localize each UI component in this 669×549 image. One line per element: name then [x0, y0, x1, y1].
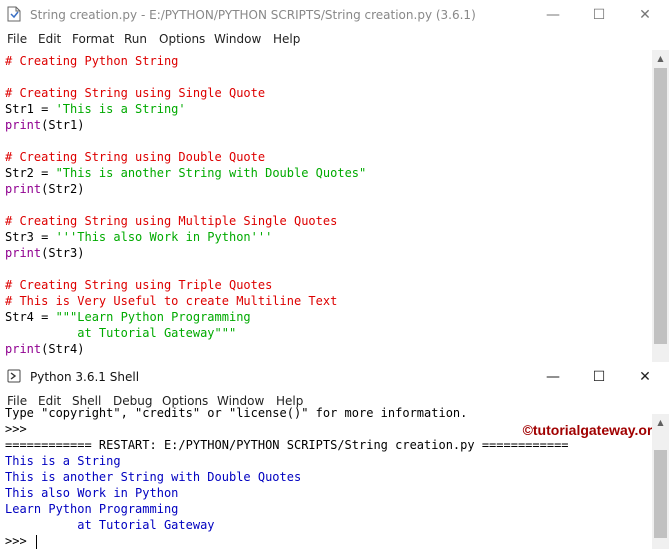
- minimize-icon: —: [546, 369, 560, 385]
- code-token: # Creating String using Triple Quotes: [5, 278, 273, 292]
- shell-scrollbar[interactable]: ▲: [652, 414, 669, 549]
- code-line: # Creating Python String: [5, 53, 366, 69]
- code-token: Learn Python Programming: [5, 502, 179, 516]
- python-icon: [7, 369, 21, 383]
- code-line: Str1 = 'This is a String': [5, 101, 366, 117]
- code-token: Type "copyright", "credits" or "license(…: [5, 406, 468, 420]
- menu-options[interactable]: Options: [159, 32, 205, 46]
- code-token: (Str1): [41, 118, 85, 132]
- maximize-icon: ☐: [592, 7, 606, 23]
- close-button[interactable]: ✕: [622, 0, 668, 30]
- menu-format[interactable]: Format: [72, 32, 114, 46]
- code-line: Learn Python Programming: [5, 501, 569, 517]
- code-token: print: [5, 342, 42, 356]
- scroll-thumb[interactable]: [654, 68, 667, 344]
- code-token: # Creating Python String: [5, 54, 179, 68]
- menu-window[interactable]: Window: [214, 32, 261, 46]
- code-token: (Str2): [41, 182, 85, 196]
- code-line: >>>: [5, 421, 569, 437]
- close-icon: ✕: [639, 7, 651, 23]
- code-token: """Learn Python Programming: [55, 310, 251, 324]
- code-token: '''This also Work in Python''': [55, 230, 273, 244]
- code-line: # This is Very Useful to create Multilin…: [5, 293, 366, 309]
- editor-scrollbar[interactable]: ▲: [652, 50, 669, 362]
- shell-prompt: >>>: [5, 534, 34, 548]
- code-line: print(Str3): [5, 245, 366, 261]
- code-token: print: [5, 118, 42, 132]
- code-token: ============ RESTART: E:/PYTHON/PYTHON S…: [5, 438, 569, 452]
- code-token: print: [5, 182, 42, 196]
- minimize-icon: —: [546, 7, 560, 23]
- shell-title: Python 3.6.1 Shell: [30, 370, 140, 384]
- editor-titlebar[interactable]: String creation.py - E:/PYTHON/PYTHON SC…: [0, 0, 669, 30]
- shell-prompt-line[interactable]: >>>: [5, 533, 37, 549]
- code-token: (Str3): [41, 246, 85, 260]
- code-line: at Tutorial Gateway""": [5, 325, 366, 341]
- code-line: # Creating String using Double Quote: [5, 149, 366, 165]
- code-token: >>>: [5, 422, 34, 436]
- code-line: # Creating String using Triple Quotes: [5, 277, 366, 293]
- code-token: 'This is a String': [55, 102, 186, 116]
- menu-file[interactable]: File: [7, 32, 27, 46]
- shell-titlebar[interactable]: Python 3.6.1 Shell — ☐ ✕: [0, 362, 669, 392]
- code-token: Str3 =: [5, 230, 56, 244]
- code-line: # Creating String using Single Quote: [5, 85, 366, 101]
- code-line: ============ RESTART: E:/PYTHON/PYTHON S…: [5, 437, 569, 453]
- code-line: # Creating String using Multiple Single …: [5, 213, 366, 229]
- code-line: This is a String: [5, 453, 569, 469]
- code-token: print: [5, 246, 42, 260]
- menu-help[interactable]: Help: [273, 32, 300, 46]
- close-button[interactable]: ✕: [622, 362, 668, 392]
- code-line: This also Work in Python: [5, 485, 569, 501]
- code-line: print(Str1): [5, 117, 366, 133]
- text-cursor: [35, 534, 37, 549]
- editor-window: String creation.py - E:/PYTHON/PYTHON SC…: [0, 0, 669, 363]
- minimize-button[interactable]: —: [530, 0, 576, 30]
- code-token: # Creating String using Double Quote: [5, 150, 266, 164]
- shell-window: Python 3.6.1 Shell — ☐ ✕ File Edit Shell…: [0, 362, 669, 549]
- code-token: at Tutorial Gateway""": [5, 326, 237, 340]
- code-token: Str2 =: [5, 166, 56, 180]
- window-title: String creation.py - E:/PYTHON/PYTHON SC…: [30, 8, 476, 22]
- code-token: at Tutorial Gateway: [5, 518, 215, 532]
- code-token: "This is another String with Double Quot…: [55, 166, 367, 180]
- maximize-icon: ☐: [592, 369, 606, 385]
- code-token: # Creating String using Multiple Single …: [5, 214, 338, 228]
- maximize-button[interactable]: ☐: [576, 362, 622, 392]
- code-token: This is another String with Double Quote…: [5, 470, 302, 484]
- scroll-up-icon[interactable]: ▲: [652, 414, 669, 431]
- code-line: print(Str2): [5, 181, 366, 197]
- scroll-up-icon[interactable]: ▲: [652, 50, 669, 67]
- code-token: Str1 =: [5, 102, 56, 116]
- document-icon: [7, 6, 21, 22]
- code-line: at Tutorial Gateway: [5, 517, 569, 533]
- code-line: print(Str4): [5, 341, 366, 357]
- code-line: Str4 = """Learn Python Programming: [5, 309, 366, 325]
- code-token: This is a String: [5, 454, 121, 468]
- code-token: This also Work in Python: [5, 486, 179, 500]
- code-line: Str2 = "This is another String with Doub…: [5, 165, 366, 181]
- maximize-button[interactable]: ☐: [576, 0, 622, 30]
- editor-menubar: File Edit Format Run Options Window Help: [0, 30, 669, 50]
- scroll-thumb[interactable]: [654, 450, 667, 538]
- code-token: # Creating String using Single Quote: [5, 86, 266, 100]
- code-token: Str4 =: [5, 310, 56, 324]
- code-token: (Str4): [41, 342, 85, 356]
- close-icon: ✕: [639, 369, 651, 385]
- code-editor[interactable]: # Creating Python String # Creating Stri…: [5, 53, 366, 357]
- shell-output[interactable]: Type "copyright", "credits" or "license(…: [5, 405, 569, 533]
- minimize-button[interactable]: —: [530, 362, 576, 392]
- menu-edit[interactable]: Edit: [38, 32, 61, 46]
- code-token: # This is Very Useful to create Multilin…: [5, 294, 338, 308]
- code-line: This is another String with Double Quote…: [5, 469, 569, 485]
- watermark: ©tutorialgateway.org: [522, 422, 661, 438]
- code-line: Str3 = '''This also Work in Python''': [5, 229, 366, 245]
- code-line: Type "copyright", "credits" or "license(…: [5, 405, 569, 421]
- menu-run[interactable]: Run: [124, 32, 147, 46]
